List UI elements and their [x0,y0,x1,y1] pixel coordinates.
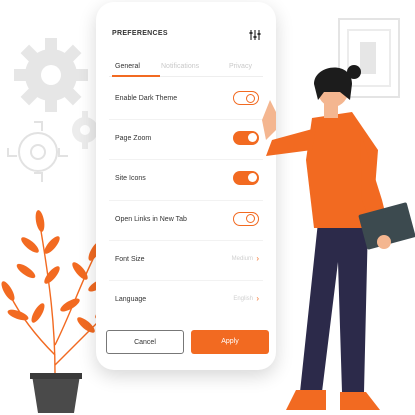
settings-list: Enable Dark Theme Page Zoom Site Icons O… [109,80,263,320]
setting-label: Language [115,295,147,303]
tab-notifications[interactable]: Notifications [161,63,199,70]
setting-label: Enable Dark Theme [115,95,178,102]
gear-large-icon [14,38,88,112]
setting-row-open-links: Open Links in New Tab [109,201,263,241]
setting-row-dark-theme: Enable Dark Theme [109,80,263,121]
preferences-header: PREFERENCES [112,28,263,46]
setting-row-site-icons: Site Icons [109,160,263,201]
phone-screen: PREFERENCES General Notifications Privac… [96,2,276,370]
person-illustration [262,65,415,410]
potted-plant-illustration [1,210,110,413]
tab-general[interactable]: General [115,63,140,70]
setting-label: Site Icons [115,175,146,183]
setting-row-font-size[interactable]: Font Size Medium › [109,241,263,281]
illustration-scene: PREFERENCES General Notifications Privac… [0,0,415,415]
gear-outline-icon [7,121,68,182]
tab-bar: General Notifications Privacy [109,60,263,77]
tab-privacy[interactable]: Privacy [229,63,252,70]
setting-label: Page Zoom [115,135,152,143]
setting-row-language[interactable]: Language English › [109,281,263,320]
cancel-button[interactable]: Cancel [106,330,184,354]
setting-row-page-zoom: Page Zoom [109,120,263,161]
sliders-icon[interactable] [248,28,262,42]
active-tab-indicator [112,75,160,77]
page-title: PREFERENCES [112,30,168,37]
setting-label: Font Size [115,255,145,263]
setting-label: Open Links in New Tab [115,215,187,223]
